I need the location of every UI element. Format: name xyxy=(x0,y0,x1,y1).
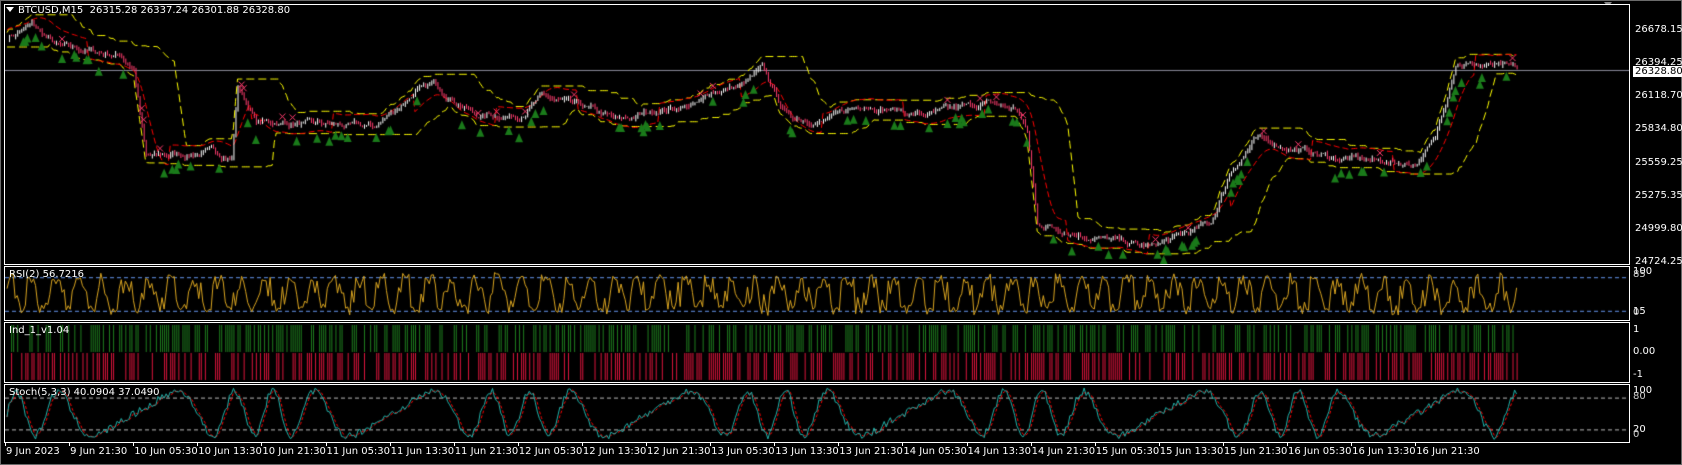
chart-header: BTCUSD,M15 26315.28 26337.24 26301.88 26… xyxy=(6,5,290,16)
symbol-label: BTCUSD,M15 xyxy=(18,5,84,16)
time-label: 12 Jun 21:30 xyxy=(647,446,711,457)
time-label: 12 Jun 13:30 xyxy=(582,446,647,457)
time-label: 9 Jun 2023 xyxy=(6,446,60,457)
stoch-title: Stoch(5,3,3) 40.0904 37.0490 xyxy=(9,387,160,398)
main-chart-pane[interactable] xyxy=(4,4,1630,265)
time-label: 10 Jun 13:30 xyxy=(198,446,262,457)
price-label: 24999.80 xyxy=(1635,223,1682,234)
high-price: 26337.24 xyxy=(140,5,189,16)
stoch-pane[interactable]: Stoch(5,3,3) 40.0904 37.0490 xyxy=(4,384,1630,443)
ind-level: 0.00 xyxy=(1633,346,1656,357)
stoch-canvas xyxy=(5,385,1629,442)
time-label: 16 Jun 05:30 xyxy=(1288,446,1352,457)
price-label: 25275.35 xyxy=(1635,190,1682,201)
ind-level: 1 xyxy=(1633,324,1640,335)
time-label: 14 Jun 21:30 xyxy=(1031,446,1096,457)
rsi-level: 85 xyxy=(1633,269,1646,280)
rsi-canvas xyxy=(5,267,1629,320)
rsi-title: RSI(2) 56.7216 xyxy=(9,269,84,280)
price-label: 26118.70 xyxy=(1635,90,1682,101)
time-label: 10 Jun 05:30 xyxy=(134,446,198,457)
time-label: 13 Jun 05:30 xyxy=(711,446,775,457)
time-label: 15 Jun 05:30 xyxy=(1095,446,1160,457)
dropdown-triangle-icon[interactable] xyxy=(6,7,14,12)
time-label: 11 Jun 21:30 xyxy=(454,446,519,457)
ind-histogram-canvas xyxy=(5,323,1629,382)
stoch-level: 0 xyxy=(1633,429,1640,440)
rsi-level: 0 xyxy=(1633,307,1640,318)
price-chart-canvas[interactable] xyxy=(5,5,1629,264)
ind-pane[interactable]: Ind_1_v1.04 xyxy=(4,322,1630,383)
rsi-pane[interactable]: RSI(2) 56.7216 xyxy=(4,266,1630,321)
time-label: 14 Jun 05:30 xyxy=(903,446,967,457)
time-label: 15 Jun 21:30 xyxy=(1223,446,1288,457)
time-label: 11 Jun 05:30 xyxy=(326,446,391,457)
price-label: 25834.80 xyxy=(1635,123,1682,134)
price-label: 25559.25 xyxy=(1635,157,1682,168)
time-label: 15 Jun 13:30 xyxy=(1159,446,1224,457)
time-label: 16 Jun 21:30 xyxy=(1416,446,1480,457)
time-label: 13 Jun 21:30 xyxy=(839,446,903,457)
time-label: 14 Jun 13:30 xyxy=(967,446,1032,457)
close-price: 26328.80 xyxy=(242,5,291,16)
time-label: 12 Jun 05:30 xyxy=(518,446,583,457)
time-label: 9 Jun 21:30 xyxy=(70,446,128,457)
ind-level: -1 xyxy=(1633,369,1643,380)
time-label: 11 Jun 13:30 xyxy=(390,446,455,457)
time-label: 13 Jun 13:30 xyxy=(775,446,839,457)
time-label: 10 Jun 21:30 xyxy=(262,446,326,457)
open-price: 26315.28 xyxy=(89,5,138,16)
ind-title: Ind_1_v1.04 xyxy=(9,325,70,336)
low-price: 26301.88 xyxy=(191,5,240,16)
current-price-tag: 26328.80 xyxy=(1633,66,1682,77)
stoch-level: 80 xyxy=(1633,391,1646,402)
time-label: 16 Jun 13:30 xyxy=(1352,446,1416,457)
price-label: 26678.15 xyxy=(1635,24,1682,35)
